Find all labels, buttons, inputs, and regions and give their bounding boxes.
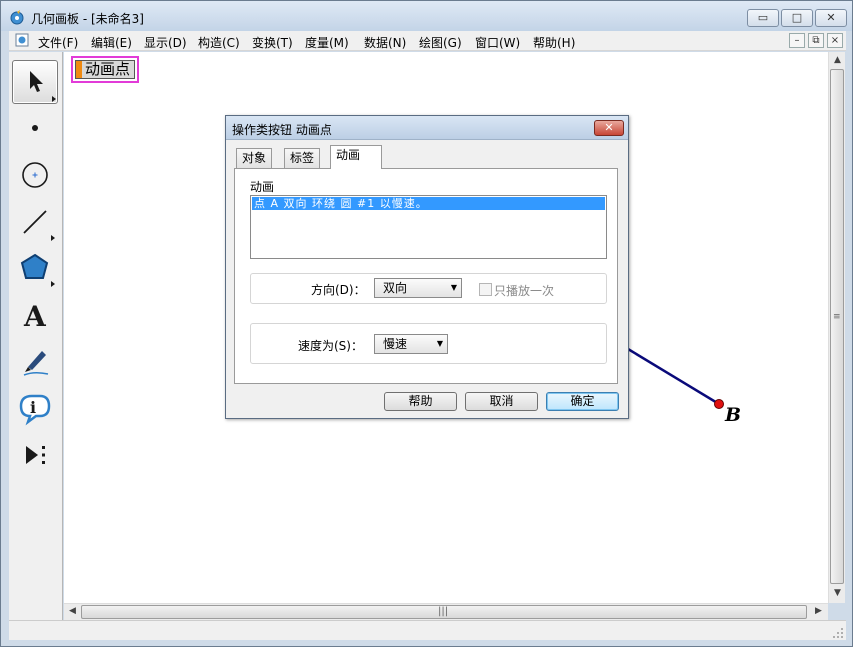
animate-point-action-button[interactable]: 动画点 [71,56,139,83]
straightedge-icon [23,210,55,241]
action-button-label: 动画点 [85,60,131,78]
menu-display[interactable]: 显示(D) [144,34,187,51]
arrow-select-icon [30,71,56,102]
point-b-label: B [724,404,741,426]
speed-group: 速度为(S)： 慢速 ▼ [250,323,607,364]
speed-label: 速度为(S)： [298,339,363,353]
animation-list-label: 动画 [250,180,275,194]
point-icon [32,125,38,131]
direction-label: 方向(D)： [311,283,366,297]
menu-construct[interactable]: 构造(C) [198,34,240,51]
animation-list[interactable]: 点 A 双向 环绕 圆 #1 以慢速。 [250,195,607,259]
title-bar: 几何画板 - [未命名3] ▭ □ ✕ [1,1,852,31]
menu-window[interactable]: 窗口(W) [475,34,520,51]
horizontal-scrollbar[interactable]: ◀ ||| ▶ [64,603,828,620]
menu-file[interactable]: 文件(F) [38,34,78,51]
ok-button[interactable]: 确定 [546,392,619,411]
tab-object[interactable]: 对象 [236,148,273,168]
action-button-properties-dialog: 操作类按钮 动画点 ✕ 对象 标签 动画 动画 点 A 双向 环绕 圆 #1 以… [225,115,629,419]
vertical-scrollbar[interactable]: ▲ ≡ ▼ [828,52,845,603]
information-tool[interactable]: i [12,386,58,430]
polygon-tool[interactable] [12,246,58,290]
custom-tools-tool[interactable] [12,433,58,477]
doc-minimize-button[interactable]: – [789,33,805,48]
compass-tool[interactable] [12,153,58,197]
menu-edit[interactable]: 编辑(E) [91,34,132,51]
svg-text:A: A [23,300,47,333]
straightedge-tool[interactable] [12,200,58,244]
menu-data[interactable]: 数据(N) [364,34,406,51]
marker-tool[interactable] [12,339,58,383]
dialog-title: 操作类按钮 动画点 [232,123,332,137]
point-b[interactable] [714,399,724,409]
action-button-body: 动画点 [75,60,135,79]
custom-tools-icon [26,446,45,464]
minimize-button[interactable]: ▭ [747,9,779,27]
compass-icon [22,162,48,188]
segment[interactable] [627,347,720,406]
help-button[interactable]: 帮助 [384,392,457,411]
menu-graph[interactable]: 绘图(G) [419,34,462,51]
action-button-handle[interactable] [76,61,82,78]
vertical-scroll-thumb[interactable]: ≡ [830,69,844,584]
information-icon: i [19,394,51,426]
vertical-grip-icon: ≡ [833,312,841,322]
text-icon: A [23,300,47,333]
horizontal-scroll-thumb[interactable]: ||| [81,605,807,619]
arrow-select-tool[interactable] [12,60,58,104]
direction-group: 方向(D)： 双向 ▼ 只播放一次 [250,273,607,304]
toolbox: A i [9,52,63,620]
resize-grip-icon[interactable] [832,627,844,639]
speed-value: 慢速 [383,337,408,351]
marker-icon [23,351,49,376]
dialog-close-button[interactable]: ✕ [594,120,624,136]
direction-value: 双向 [383,281,408,295]
tab-label[interactable]: 标签 [284,148,321,168]
doc-close-button[interactable]: × [827,33,843,48]
app-window: 几何画板 - [未命名3] ▭ □ ✕ 文件(F) 编辑(E) 显示(D) 构造… [0,0,853,647]
horizontal-grip-icon: ||| [438,606,449,617]
text-tool[interactable]: A [12,293,58,337]
menu-bar: 文件(F) 编辑(E) 显示(D) 构造(C) 变换(T) 度量(M) 数据(N… [9,31,846,51]
scroll-up-arrow[interactable]: ▲ [829,52,846,69]
play-once-checkbox[interactable] [479,283,492,296]
maximize-button[interactable]: □ [781,9,813,27]
scroll-down-arrow[interactable]: ▼ [829,585,846,602]
svg-text:i: i [30,398,36,417]
animation-tab-panel: 动画 点 A 双向 环绕 圆 #1 以慢速。 方向(D)： 双向 ▼ 只播放一次… [234,168,618,384]
play-once-label: 只播放一次 [494,284,555,298]
dialog-title-bar: 操作类按钮 动画点 ✕ [226,116,628,140]
tab-animation[interactable]: 动画 [330,145,382,169]
doc-restore-button[interactable]: ⧉ [808,33,824,48]
close-button[interactable]: ✕ [815,9,847,27]
app-logo-icon [10,10,24,25]
chevron-down-icon: ▼ [450,283,457,292]
menu-measure[interactable]: 度量(M) [305,34,349,51]
menu-transform[interactable]: 变换(T) [252,34,293,51]
cancel-button[interactable]: 取消 [465,392,538,411]
menu-help[interactable]: 帮助(H) [533,34,575,51]
status-bar [9,620,846,640]
scroll-left-arrow[interactable]: ◀ [64,603,81,620]
document-icon[interactable] [15,33,29,47]
scroll-right-arrow[interactable]: ▶ [810,603,827,620]
polygon-icon [20,253,55,287]
list-item-selected[interactable]: 点 A 双向 环绕 圆 #1 以慢速。 [252,197,605,210]
direction-select[interactable]: 双向 ▼ [374,278,462,298]
chevron-down-icon: ▼ [436,339,443,348]
window-title: 几何画板 - [未命名3] [31,12,144,26]
speed-select[interactable]: 慢速 ▼ [374,334,448,354]
point-tool[interactable] [12,106,58,150]
